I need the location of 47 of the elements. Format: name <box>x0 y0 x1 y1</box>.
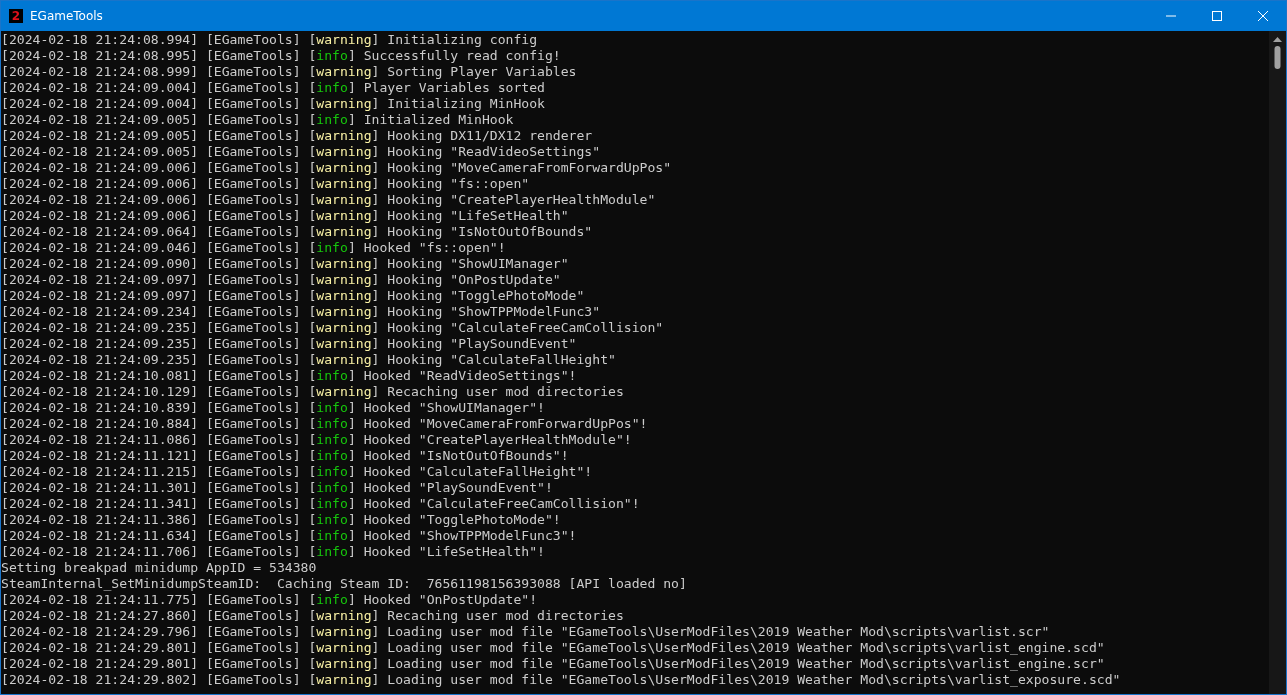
app-icon: 2 <box>9 9 23 23</box>
log-line: [2024-02-18 21:24:08.995] [EGameTools] [info] Successfully read config! <box>1 48 561 64</box>
maximize-icon <box>1212 11 1222 21</box>
log-line: [2024-02-18 21:24:11.775] [EGameTools] [info] Hooked "OnPostUpdate"! <box>1 592 538 608</box>
log-line: [2024-02-18 21:24:09.006] [EGameTools] [warning] Hooking "fs::open" <box>1 176 530 192</box>
log-line: [2024-02-18 21:24:09.064] [EGameTools] [warning] Hooking "IsNotOutOfBounds" <box>1 224 593 240</box>
log-line: [2024-02-18 21:24:09.005] [EGameTools] [info] Initialized MinHook <box>1 112 514 128</box>
log-line: [2024-02-18 21:24:10.839] [EGameTools] [info] Hooked "ShowUIManager"! <box>1 400 545 416</box>
close-icon <box>1258 11 1268 21</box>
log-line: [2024-02-18 21:24:29.801] [EGameTools] [warning] Loading user mod file "EGameTools\UserModFiles\2019 Weather Mod\scripts\varlist_engine.scd" <box>1 640 1105 656</box>
log-line: [2024-02-18 21:24:09.006] [EGameTools] [warning] Hooking "LifeSetHealth" <box>1 208 569 224</box>
log-line: [2024-02-18 21:24:09.046] [EGameTools] [info] Hooked "fs::open"! <box>1 240 506 256</box>
log-line: [2024-02-18 21:24:09.235] [EGameTools] [warning] Hooking "CalculateFreeCamCollision" <box>1 320 664 336</box>
log-line: [2024-02-18 21:24:09.235] [EGameTools] [warning] Hooking "PlaySoundEvent" <box>1 336 577 352</box>
log-line: [2024-02-18 21:24:08.994] [EGameTools] [warning] Initializing config <box>1 32 538 48</box>
log-line: [2024-02-18 21:24:29.801] [EGameTools] [warning] Loading user mod file "EGameTools\UserModFiles\2019 Weather Mod\scripts\varlist_engine.scr" <box>1 656 1105 672</box>
window-title: EGameTools <box>30 9 104 23</box>
log-line: [2024-02-18 21:24:09.097] [EGameTools] [warning] Hooking "TogglePhotoMode" <box>1 288 585 304</box>
log-line: [2024-02-18 21:24:11.215] [EGameTools] [info] Hooked "CalculateFallHeight"! <box>1 464 593 480</box>
log-line: [2024-02-18 21:24:11.121] [EGameTools] [info] Hooked "IsNotOutOfBounds"! <box>1 448 569 464</box>
log-line: SteamInternal_SetMinidumpSteamID: Caching Steam ID: 76561198156393088 [API loaded no] <box>1 576 687 592</box>
scrollbar-drawing <box>1273 37 1282 69</box>
log-line: [2024-02-18 21:24:10.081] [EGameTools] [info] Hooked "ReadVideoSettings"! <box>1 368 577 384</box>
log-line: [2024-02-18 21:24:09.006] [EGameTools] [warning] Hooking "MoveCameraFromForwardUpPos" <box>1 160 672 176</box>
log-line: [2024-02-18 21:24:11.341] [EGameTools] [info] Hooked "CalculateFreeCamCollision"! <box>1 496 640 512</box>
log-line: [2024-02-18 21:24:11.301] [EGameTools] [info] Hooked "PlaySoundEvent"! <box>1 480 553 496</box>
log-line: [2024-02-18 21:24:09.004] [EGameTools] [info] Player Variables sorted <box>1 80 545 96</box>
log-line: [2024-02-18 21:24:29.796] [EGameTools] [warning] Loading user mod file "EGameTools\UserModFiles\2019 Weather Mod\scripts\varlist.scr" <box>1 624 1050 640</box>
log-line: Setting breakpad minidump AppID = 534380 <box>1 560 317 576</box>
log-line: [2024-02-18 21:24:09.235] [EGameTools] [warning] Hooking "CalculateFallHeight" <box>1 352 616 368</box>
log-line: [2024-02-18 21:24:10.129] [EGameTools] [warning] Recaching user mod directories <box>1 384 624 400</box>
log-line: [2024-02-18 21:24:11.706] [EGameTools] [info] Hooked "LifeSetHealth"! <box>1 544 545 560</box>
log-line: [2024-02-18 21:24:10.884] [EGameTools] [info] Hooked "MoveCameraFromForwardUpPos"! <box>1 416 648 432</box>
log-line: [2024-02-18 21:24:27.860] [EGameTools] [warning] Recaching user mod directories <box>1 608 624 624</box>
log-line: [2024-02-18 21:24:09.004] [EGameTools] [warning] Initializing MinHook <box>1 96 545 112</box>
log-line: [2024-02-18 21:24:09.097] [EGameTools] [warning] Hooking "OnPostUpdate" <box>1 272 561 288</box>
log-line: [2024-02-18 21:24:11.634] [EGameTools] [info] Hooked "ShowTPPModelFunc3"! <box>1 528 577 544</box>
log-line: [2024-02-18 21:24:09.006] [EGameTools] [warning] Hooking "CreatePlayerHealthModule" <box>1 192 656 208</box>
scrollbar[interactable] <box>1269 31 1286 694</box>
log-line: [2024-02-18 21:24:08.999] [EGameTools] [warning] Sorting Player Variables <box>1 64 577 80</box>
log-line: [2024-02-18 21:24:09.234] [EGameTools] [warning] Hooking "ShowTPPModelFunc3" <box>1 304 601 320</box>
log-line: [2024-02-18 21:24:09.090] [EGameTools] [warning] Hooking "ShowUIManager" <box>1 256 569 272</box>
log-line: [2024-02-18 21:24:09.005] [EGameTools] [warning] Hooking "ReadVideoSettings" <box>1 144 601 160</box>
log-line: [2024-02-18 21:24:11.386] [EGameTools] [info] Hooked "TogglePhotoMode"! <box>1 512 561 528</box>
log-line: [2024-02-18 21:24:09.005] [EGameTools] [warning] Hooking DX11/DX12 renderer <box>1 128 593 144</box>
log-line: [2024-02-18 21:24:29.802] [EGameTools] [warning] Loading user mod file "EGameTools\UserModFiles\2019 Weather Mod\scripts\varlist_exposure.scd" <box>1 672 1121 688</box>
log-line: [2024-02-18 21:24:11.086] [EGameTools] [info] Hooked "CreatePlayerHealthModule"! <box>1 432 632 448</box>
